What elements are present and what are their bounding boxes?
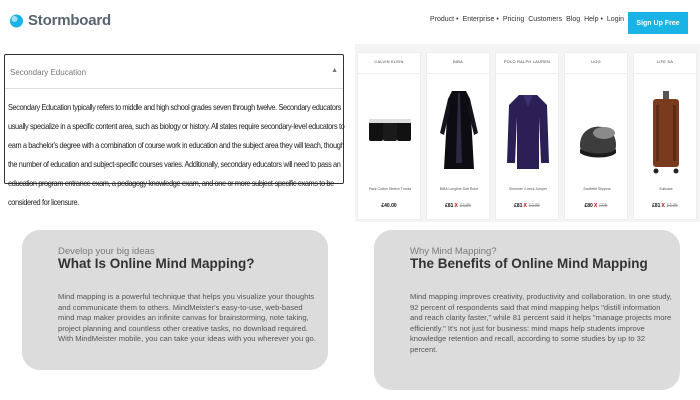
- nav-blog[interactable]: Blog: [566, 16, 580, 23]
- product-name: Pack Cotton Stretch Trunks: [368, 187, 412, 191]
- chevron-up-icon[interactable]: ▲: [331, 67, 338, 74]
- site-header: Stormboard Product • Enterprise • Pricin…: [0, 0, 700, 44]
- product-card[interactable]: UGG Scuffette Slippers £80X £95: [564, 52, 628, 220]
- accordion-title: Secondary Education: [10, 68, 87, 77]
- main-nav: Product • Enterprise • Pricing Customers…: [430, 16, 633, 23]
- robe-icon: [432, 83, 486, 181]
- product-name: BIBA Longline Soft Robe: [439, 187, 479, 191]
- product-price: £81X £135: [496, 203, 558, 209]
- divider: [634, 73, 696, 74]
- jumper-icon: [501, 83, 555, 181]
- product-name: Suitcase: [659, 187, 673, 191]
- logo[interactable]: Stormboard: [9, 12, 111, 29]
- product-name: Scuffette Slippers: [583, 187, 611, 191]
- divider: [427, 73, 489, 74]
- price-old: £135: [666, 203, 678, 209]
- sale-mark: X: [661, 203, 665, 209]
- product-brand: UGG: [591, 59, 601, 64]
- signup-button[interactable]: Sign Up Free: [628, 12, 688, 34]
- product-carousel: CALVIN KLEIN Pack Cotton Stretch Trunks …: [355, 44, 700, 222]
- mind-mapping-intro-card: Develop your big ideas What Is Online Mi…: [22, 230, 328, 370]
- accordion-header[interactable]: Secondary Education ▲: [5, 55, 343, 89]
- price-current: £81: [514, 203, 523, 209]
- price-current: £81: [445, 203, 454, 209]
- nav-help[interactable]: Help •: [584, 16, 603, 23]
- slipper-icon: [570, 83, 624, 181]
- product-name: Shimmer V-neck Jumper: [508, 187, 548, 191]
- card-body: Mind mapping is a powerful technique tha…: [58, 292, 316, 344]
- product-card[interactable]: POLO RALPH LAUREN Shimmer V-neck Jumper …: [495, 52, 559, 220]
- sale-mark: X: [593, 203, 598, 209]
- product-brand: CALVIN KLEIN: [374, 59, 404, 64]
- product-brand: BIBA: [453, 59, 463, 64]
- mind-mapping-benefits-card: Why Mind Mapping? The Benefits of Online…: [374, 230, 680, 390]
- price-current: £80: [584, 203, 593, 209]
- product-brand: LIFE SA: [656, 59, 674, 64]
- product-card[interactable]: LIFE SA Suitcase £81X £135: [633, 52, 697, 220]
- sale-mark: X: [454, 203, 458, 209]
- accordion-body-text: Secondary Education typically refers to …: [8, 102, 345, 207]
- product-card[interactable]: CALVIN KLEIN Pack Cotton Stretch Trunks …: [357, 52, 421, 220]
- logo-text: Stormboard: [28, 12, 112, 29]
- price-current: £81: [652, 203, 661, 209]
- divider: [565, 73, 627, 74]
- product-brand: POLO RALPH LAUREN: [503, 59, 551, 64]
- divider: [496, 73, 558, 74]
- price-old: £135: [459, 203, 471, 209]
- product-price: £81X £135: [427, 203, 489, 209]
- card-title: The Benefits of Online Mind Mapping: [410, 256, 648, 271]
- sale-mark: X: [523, 203, 527, 209]
- product-price: £80X £95: [565, 203, 627, 209]
- nav-product[interactable]: Product •: [430, 16, 459, 23]
- product-price: £40.00: [358, 203, 420, 209]
- nav-enterprise[interactable]: Enterprise •: [463, 16, 499, 23]
- price-old: £95: [599, 203, 608, 209]
- card-body: Mind mapping improves creativity, produc…: [410, 292, 672, 354]
- product-card[interactable]: BIBA BIBA Longline Soft Robe £81X £135: [426, 52, 490, 220]
- suitcase-icon: [639, 83, 693, 181]
- product-price: £81X £135: [634, 203, 696, 209]
- divider: [358, 73, 420, 74]
- nav-pricing[interactable]: Pricing: [503, 16, 524, 23]
- price-old: £135: [528, 203, 540, 209]
- nav-customers[interactable]: Customers: [528, 16, 562, 23]
- card-title: What Is Online Mind Mapping?: [58, 256, 255, 271]
- price-current: £40.00: [381, 203, 397, 209]
- stormboard-logo-icon: [9, 13, 24, 28]
- trunks-icon: [363, 83, 417, 181]
